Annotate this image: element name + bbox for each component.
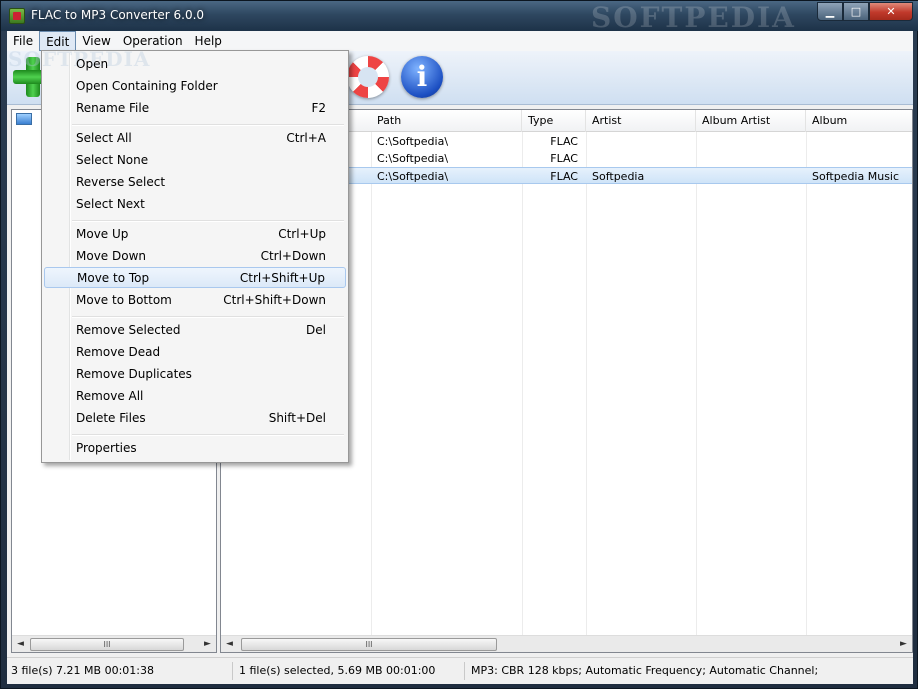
cell-album: Softpedia Music [812, 170, 900, 183]
menu-item-delete-files[interactable]: Delete Files Shift+Del [44, 408, 346, 429]
menu-item-label: Remove Dead [76, 345, 161, 359]
status-format: MP3: CBR 128 kbps; Automatic Frequency; … [471, 664, 819, 677]
menu-separator [72, 124, 344, 126]
menu-item-label: Remove All [76, 389, 144, 403]
menu-item-label: Select None [76, 153, 149, 167]
menu-item-remove-dead[interactable]: Remove Dead [44, 342, 346, 363]
menu-item-shortcut: Ctrl+Shift+Down [223, 293, 326, 307]
menu-item-label: Properties [76, 441, 137, 455]
column-type[interactable]: Type [522, 110, 586, 132]
scroll-right-arrow[interactable]: ► [895, 636, 912, 652]
computer-icon[interactable] [16, 113, 32, 125]
menu-item-remove-all[interactable]: Remove All [44, 386, 346, 407]
menu-item-remove-duplicates[interactable]: Remove Duplicates [44, 364, 346, 385]
title-bar[interactable]: FLAC to MP3 Converter 6.0.0 SOFTPEDIA ▁ … [1, 1, 918, 34]
menu-item-label: Move Down [76, 249, 146, 263]
status-totals: 3 file(s) 7.21 MB 00:01:38 [7, 662, 233, 680]
cell-type: FLAC [550, 135, 578, 148]
list-horizontal-scrollbar[interactable]: ◄ III ► [221, 635, 912, 652]
cell-type: FLAC [550, 170, 578, 183]
cell-path: C:\Softpedia\ [377, 170, 449, 183]
menu-item-label: Select Next [76, 197, 145, 211]
cell-type: FLAC [550, 152, 578, 165]
menu-item-shortcut: Ctrl+A [286, 131, 326, 145]
column-path[interactable]: Path [371, 110, 522, 132]
menu-item-reverse-select[interactable]: Reverse Select [44, 172, 346, 193]
menu-item-shortcut: Ctrl+Up [278, 227, 326, 241]
app-icon [9, 8, 25, 24]
menu-separator [72, 434, 344, 436]
menu-item-shortcut: Del [306, 323, 326, 337]
scroll-thumb[interactable]: III [30, 638, 184, 651]
menu-item-open-containing-folder[interactable]: Open Containing Folder [44, 76, 346, 97]
column-album-artist[interactable]: Album Artist [696, 110, 806, 132]
tree-horizontal-scrollbar[interactable]: ◄ III ► [12, 635, 216, 652]
cell-artist: Softpedia [592, 170, 645, 183]
menu-item-properties[interactable]: Properties [44, 438, 346, 459]
menu-item-label: Delete Files [76, 411, 146, 425]
menu-item-open[interactable]: Open [44, 54, 346, 75]
menu-item-move-to-bottom[interactable]: Move to Bottom Ctrl+Shift+Down [44, 290, 346, 311]
menu-item-shortcut: Shift+Del [268, 411, 326, 425]
cell-path: C:\Softpedia\ [377, 135, 449, 148]
menu-item-shortcut: Ctrl+Down [260, 249, 326, 263]
cell-album [812, 133, 912, 150]
menu-help[interactable]: Help [189, 31, 228, 51]
menu-item-label: Select All [76, 131, 132, 145]
menu-item-select-next[interactable]: Select Next [44, 194, 346, 215]
softpedia-watermark: SOFTPEDIA [591, 1, 796, 34]
app-window: FLAC to MP3 Converter 6.0.0 SOFTPEDIA ▁ … [0, 0, 918, 689]
cell-path: C:\Softpedia\ [377, 152, 449, 165]
menu-item-label: Move to Bottom [76, 293, 172, 307]
menu-item-remove-selected[interactable]: Remove Selected Del [44, 320, 346, 341]
scroll-left-arrow[interactable]: ◄ [221, 636, 238, 652]
scroll-thumb[interactable]: III [241, 638, 497, 651]
menu-item-label: Move to Top [77, 271, 150, 285]
menu-separator [72, 316, 344, 318]
menu-item-move-up[interactable]: Move Up Ctrl+Up [44, 224, 346, 245]
status-bar: 3 file(s) 7.21 MB 00:01:38 1 file(s) sel… [7, 657, 913, 684]
menu-item-label: Move Up [76, 227, 129, 241]
scroll-left-arrow[interactable]: ◄ [12, 636, 29, 653]
menu-item-shortcut: Ctrl+Shift+Up [239, 271, 325, 285]
menu-item-label: Open Containing Folder [76, 79, 218, 93]
menu-item-shortcut: F2 [311, 101, 326, 115]
column-album[interactable]: Album [806, 110, 912, 132]
menu-item-label: Rename File [76, 101, 150, 115]
menu-item-label: Remove Duplicates [76, 367, 192, 381]
menu-item-select-none[interactable]: Select None [44, 150, 346, 171]
column-artist[interactable]: Artist [586, 110, 696, 132]
menu-item-label: Reverse Select [76, 175, 166, 189]
help-lifebuoy-icon[interactable] [347, 56, 389, 98]
menu-item-rename-file[interactable]: Rename File F2 [44, 98, 346, 119]
info-icon[interactable]: i [401, 56, 443, 98]
maximize-button[interactable]: □ [843, 2, 869, 21]
close-button[interactable]: ✕ [869, 2, 913, 21]
cell-artist [592, 150, 692, 167]
menu-item-move-down[interactable]: Move Down Ctrl+Down [44, 246, 346, 267]
menu-item-move-to-top[interactable]: Move to Top Ctrl+Shift+Up [44, 267, 346, 288]
menu-item-label: Remove Selected [76, 323, 181, 337]
cell-artist [592, 133, 692, 150]
menu-separator [72, 220, 344, 222]
status-selection: 1 file(s) selected, 5.69 MB 00:01:00 [235, 662, 465, 680]
scroll-right-arrow[interactable]: ► [199, 636, 216, 653]
minimize-button[interactable]: ▁ [817, 2, 843, 21]
menu-item-select-all[interactable]: Select All Ctrl+A [44, 128, 346, 149]
cell-album [812, 150, 912, 167]
edit-menu-dropdown: SOFTPEDIA Open Open Containing Folder Re… [8, 47, 349, 463]
window-title: FLAC to MP3 Converter 6.0.0 [31, 8, 205, 22]
menu-item-label: Open [76, 57, 109, 71]
